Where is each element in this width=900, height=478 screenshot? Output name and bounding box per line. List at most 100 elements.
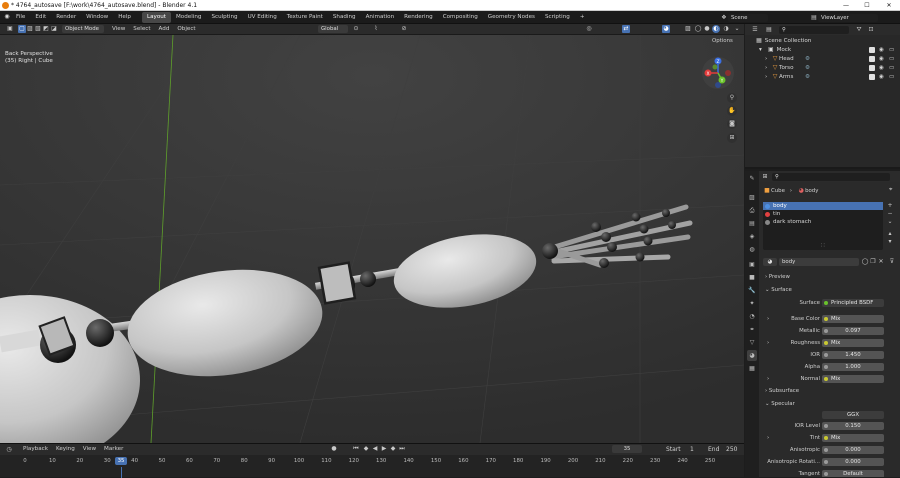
node-link-icon[interactable]: ⊽ [888, 258, 896, 266]
preview-panel-header[interactable]: › Preview [759, 272, 900, 282]
expand-arrow-icon[interactable]: › [767, 433, 769, 443]
eye-icon[interactable]: ◉ [879, 73, 884, 82]
workspace-tab-scripting[interactable]: Scripting [540, 12, 575, 23]
move-up-icon[interactable]: ▴ [886, 230, 894, 238]
expand-arrow-icon[interactable]: › [767, 338, 769, 348]
menu-help[interactable]: Help [113, 11, 136, 24]
prop-field-anisotropic[interactable]: 0.000 [822, 446, 884, 454]
menu-edit[interactable]: Edit [30, 11, 51, 24]
specular-panel-header[interactable]: ⌄ Specular [759, 399, 900, 409]
camera-icon[interactable]: ▭ [889, 64, 894, 73]
prop-field-ior-level[interactable]: 0.150 [822, 422, 884, 430]
material-name-field[interactable]: body [779, 257, 859, 266]
menu-render[interactable]: Render [51, 11, 81, 24]
view-layer-tab-icon[interactable]: ▤ [747, 218, 757, 229]
viewport-menu-select[interactable]: Select [129, 24, 154, 35]
add-workspace-button[interactable]: + [575, 11, 590, 24]
scene-selector[interactable]: ❖ Scene [720, 13, 768, 22]
filter-icon[interactable]: ⛛ [855, 26, 863, 34]
constraints-tab-icon[interactable]: ⚭ [747, 324, 757, 335]
collection-tab-icon[interactable]: ▣ [747, 259, 757, 270]
editor-type-icon[interactable]: ▣ [6, 25, 14, 33]
prop-field-normal[interactable]: Mix [822, 375, 884, 383]
select-intersect-icon[interactable]: ◪ [50, 25, 58, 33]
outliner-item-arms[interactable]: › ▽ Arms ⚙ ◉ ▭ [745, 73, 900, 82]
camera-icon[interactable]: ▭ [889, 55, 894, 64]
transform-orientation-dropdown[interactable]: Global [318, 25, 348, 33]
material-slot-tin[interactable]: tin [763, 210, 883, 218]
display-mode-icon[interactable]: ▤ [765, 26, 773, 34]
pin-icon[interactable]: ⌖ [889, 186, 892, 194]
navigation-gizmo[interactable]: Z X Y [700, 55, 736, 91]
prop-field-anisotropic-rotati[interactable]: 0.000 [822, 458, 884, 466]
subsurface-panel-header[interactable]: › Subsurface [759, 386, 900, 396]
camera-icon[interactable]: ▭ [889, 73, 894, 82]
physics-tab-icon[interactable]: ◔ [747, 311, 757, 322]
solid-shading-icon[interactable]: ● [703, 25, 711, 33]
options-dropdown[interactable]: Options [712, 38, 733, 44]
select-invert-icon[interactable]: ◩ [42, 25, 50, 33]
outliner-item-torso[interactable]: › ▽ Torso ⚙ ◉ ▭ [745, 64, 900, 73]
shading-options-icon[interactable]: ⌄ [733, 25, 741, 33]
rendered-shading-icon[interactable]: ◑ [722, 25, 730, 33]
prop-field-alpha[interactable]: 1.000 [822, 363, 884, 371]
material-slot-body[interactable]: body [763, 202, 883, 210]
view-layer-selector[interactable]: ▤ ViewLayer [810, 13, 878, 22]
camera-view-icon[interactable]: ◙ [727, 119, 737, 129]
menu-file[interactable]: File [11, 11, 30, 24]
workspace-tab-uv-editing[interactable]: UV Editing [243, 12, 282, 23]
expand-arrow-icon[interactable]: › [767, 314, 769, 324]
viewport-menu-add[interactable]: Add [155, 24, 174, 35]
view-layer-field[interactable]: ViewLayer [818, 13, 878, 22]
prop-field-metallic[interactable]: 0.097 [822, 327, 884, 335]
world-tab-icon[interactable]: ◍ [747, 244, 757, 255]
blender-menu-icon[interactable]: ◉ [3, 13, 11, 21]
prop-field-tangent[interactable]: Default [822, 470, 884, 477]
wireframe-shading-icon[interactable]: ◯ [694, 25, 702, 33]
object-tab-icon[interactable]: ■ [747, 272, 757, 283]
workspace-tab-compositing[interactable]: Compositing [438, 12, 483, 23]
workspace-tab-modeling[interactable]: Modeling [171, 12, 206, 23]
texture-tab-icon[interactable]: ▦ [747, 363, 757, 374]
object-mode-dropdown[interactable]: Object Mode [62, 25, 104, 33]
tool-tab-icon[interactable]: ✎ [747, 173, 757, 184]
move-down-icon[interactable]: ▾ [886, 238, 894, 246]
frame-ruler[interactable]: 0 10 20 30 40 50 60 70 80 90 100 110 120 130 140 150 160… [0, 444, 744, 478]
playhead[interactable]: 35 [115, 457, 127, 465]
prop-field-roughness[interactable]: Mix [822, 339, 884, 347]
overlay-toggle-icon[interactable]: ◕ [662, 25, 670, 33]
close-button[interactable]: ✕ [879, 0, 899, 11]
prop-field-tint[interactable]: Mix [822, 434, 884, 442]
material-shading-icon[interactable]: ◐ [712, 25, 720, 33]
eye-icon[interactable]: ◉ [879, 55, 884, 64]
surface-shader-field[interactable]: Principled BSDF [822, 299, 884, 307]
workspace-tab-layout[interactable]: Layout [141, 11, 171, 23]
zoom-icon[interactable]: ⚲ [727, 93, 737, 103]
list-resize-handle[interactable]: ∷ [821, 242, 825, 249]
particles-tab-icon[interactable]: ✦ [747, 298, 757, 309]
workspace-tab-animation[interactable]: Animation [361, 12, 400, 23]
xray-icon[interactable]: ▨ [684, 25, 692, 33]
minimize-button[interactable]: — [836, 0, 856, 11]
output-tab-icon[interactable]: ⎙ [747, 205, 757, 216]
duplicate-material-icon[interactable]: ❐ [869, 258, 877, 266]
checkbox-icon[interactable] [869, 74, 875, 80]
slot-specials-icon[interactable]: ⌄ [886, 218, 894, 226]
checkbox-icon[interactable] [869, 56, 875, 62]
scene-collection-row[interactable]: ▦ Scene Collection [745, 37, 900, 46]
remove-slot-icon[interactable]: − [886, 210, 894, 218]
workspace-tab-texture-paint[interactable]: Texture Paint [282, 12, 328, 23]
viewport-menu-object[interactable]: Object [173, 24, 199, 35]
material-slot-dark-stomach[interactable]: dark stomach [763, 218, 883, 226]
eye-icon[interactable]: ◉ [879, 46, 884, 55]
select-subtract-icon[interactable]: ▧ [34, 25, 42, 33]
render-tab-icon[interactable]: ▨ [747, 192, 757, 203]
pan-hand-icon[interactable]: ✋ [727, 106, 737, 116]
camera-icon[interactable]: ▭ [889, 46, 894, 55]
expand-arrow-icon[interactable]: ▾ [759, 46, 765, 55]
prop-field-ior[interactable]: 1.450 [822, 351, 884, 359]
viewport-menu-view[interactable]: View [108, 24, 129, 35]
workspace-tab-geometry-nodes[interactable]: Geometry Nodes [483, 12, 540, 23]
modifier-tab-icon[interactable]: 🔧 [747, 285, 757, 296]
workspace-tab-rendering[interactable]: Rendering [399, 12, 438, 23]
